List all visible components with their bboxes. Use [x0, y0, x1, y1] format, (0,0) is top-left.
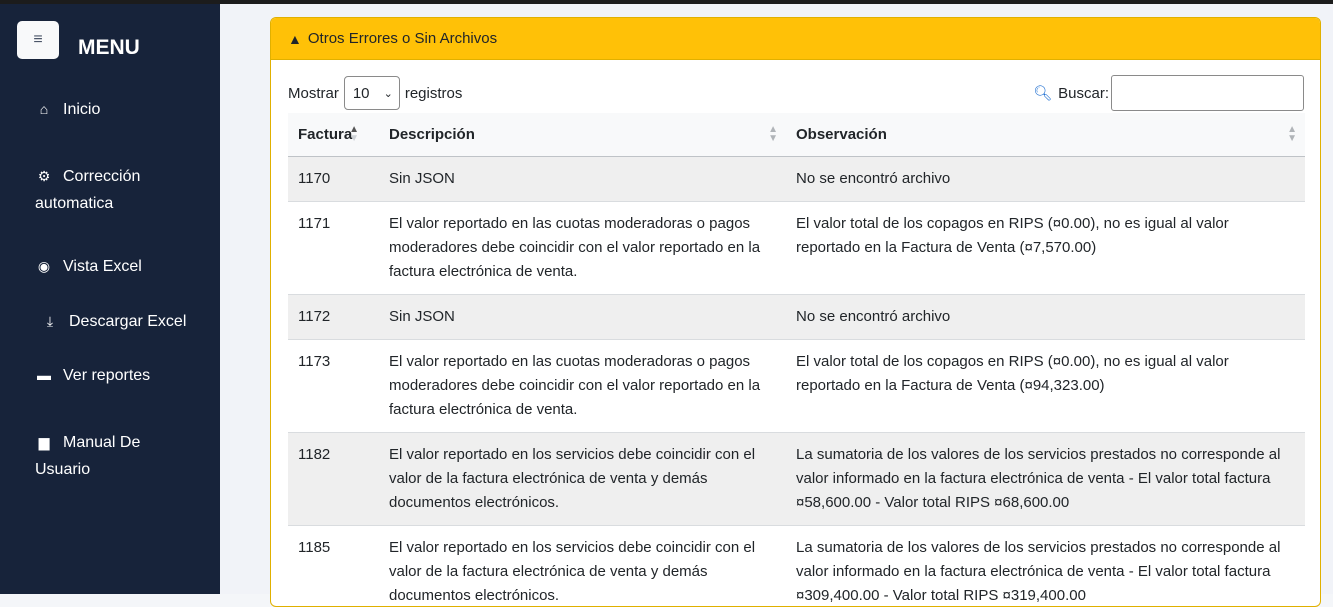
sidebar: ≡ MENU ⌂ Inicio ⚙ Corrección automatica ◉ V… — [0, 4, 220, 594]
search-label: Buscar: — [1058, 84, 1109, 102]
cell-factura: 1171 — [288, 201, 379, 295]
table-row[interactable]: 1172 Sin JSON No se encontró archivo — [288, 294, 1305, 340]
cell-observacion: No se encontró archivo — [786, 156, 1305, 202]
sidebar-item-correccion[interactable]: ⚙ Corrección automatica — [35, 163, 175, 217]
page-length-control: Mostrar 10 ⌄ registros — [288, 76, 462, 110]
gear-icon: ⚙ — [37, 168, 51, 184]
records-label: registros — [404, 84, 463, 102]
errors-card: ▲ Otros Errores o Sin Archivos Mostrar 1… — [270, 17, 1321, 607]
sidebar-item-ver-reportes[interactable]: ▬ Ver reportes — [35, 362, 150, 389]
cell-observacion: La sumatoria de los valores de los servi… — [786, 432, 1305, 526]
cell-observacion: El valor total de los copagos en RIPS (¤… — [786, 201, 1305, 295]
sidebar-item-manual[interactable]: ▆ Manual De Usuario — [35, 429, 175, 483]
errors-table: Factura ▲ ▼ Descripción ▲ ▼ Observación ▲ ▼… — [288, 113, 1305, 606]
sidebar-item-descargar-excel[interactable]: ⤓ Descargar Excel — [41, 308, 186, 335]
cell-descripcion: El valor reportado en las cuotas moderad… — [379, 201, 786, 295]
sidebar-title: MENU — [78, 36, 140, 59]
download-icon: ⤓ — [46, 313, 54, 329]
cell-descripcion: Sin JSON — [379, 156, 786, 202]
search-input[interactable] — [1111, 75, 1304, 111]
search-icon: 🔍︎ — [1033, 85, 1053, 102]
cell-observacion: El valor total de los copagos en RIPS (¤… — [786, 339, 1305, 433]
table-row[interactable]: 1173 El valor reportado en las cuotas mo… — [288, 339, 1305, 433]
cell-factura: 1173 — [288, 339, 379, 433]
table-row[interactable]: 1171 El valor reportado en las cuotas mo… — [288, 201, 1305, 295]
page-length-select[interactable]: 10 ⌄ — [343, 76, 400, 110]
column-header-descripcion[interactable]: Descripción ▲ ▼ — [379, 113, 786, 157]
search-control: 🔍︎ Buscar: — [1033, 75, 1304, 111]
cell-factura: 1185 — [288, 525, 379, 606]
menu-toggle-button[interactable]: ≡ — [17, 21, 59, 59]
sidebar-item-inicio[interactable]: ⌂ Inicio — [35, 96, 101, 123]
cell-descripcion: El valor reportado en las cuotas moderad… — [379, 339, 786, 433]
sidebar-item-vista-excel[interactable]: ◉ Vista Excel — [35, 253, 142, 280]
warning-icon: ▲ — [288, 30, 302, 47]
column-header-observacion[interactable]: Observación ▲ ▼ — [786, 113, 1305, 157]
folder-icon: ▬ — [37, 367, 51, 383]
sort-icon: ▲ ▼ — [768, 124, 778, 144]
table-row[interactable]: 1182 El valor reportado en los servicios… — [288, 432, 1305, 526]
home-icon: ⌂ — [39, 101, 49, 117]
hamburger-icon: ≡ — [33, 31, 43, 48]
cell-factura: 1172 — [288, 294, 379, 340]
cell-descripcion: Sin JSON — [379, 294, 786, 340]
cell-factura: 1182 — [288, 432, 379, 526]
chevron-down-icon: ⌄ — [383, 87, 393, 100]
column-header-factura[interactable]: Factura ▲ ▼ — [288, 113, 379, 157]
card-title: Otros Errores o Sin Archivos — [307, 30, 498, 47]
book-icon: ▆ — [38, 434, 50, 450]
eye-icon: ◉ — [37, 258, 51, 274]
table-row[interactable]: 1170 Sin JSON No se encontró archivo — [288, 156, 1305, 202]
table-row[interactable]: 1185 El valor reportado en los servicios… — [288, 525, 1305, 606]
card-header: ▲ Otros Errores o Sin Archivos — [271, 18, 1320, 60]
cell-observacion: No se encontró archivo — [786, 294, 1305, 340]
show-label: Mostrar — [288, 84, 339, 102]
cell-descripcion: El valor reportado en los servicios debe… — [379, 525, 786, 606]
sort-asc-icon: ▲ ▼ — [349, 124, 359, 144]
cell-factura: 1170 — [288, 156, 379, 202]
cell-observacion: La sumatoria de los valores de los servi… — [786, 525, 1305, 606]
cell-descripcion: El valor reportado en los servicios debe… — [379, 432, 786, 526]
sort-icon: ▲ ▼ — [1287, 124, 1297, 144]
